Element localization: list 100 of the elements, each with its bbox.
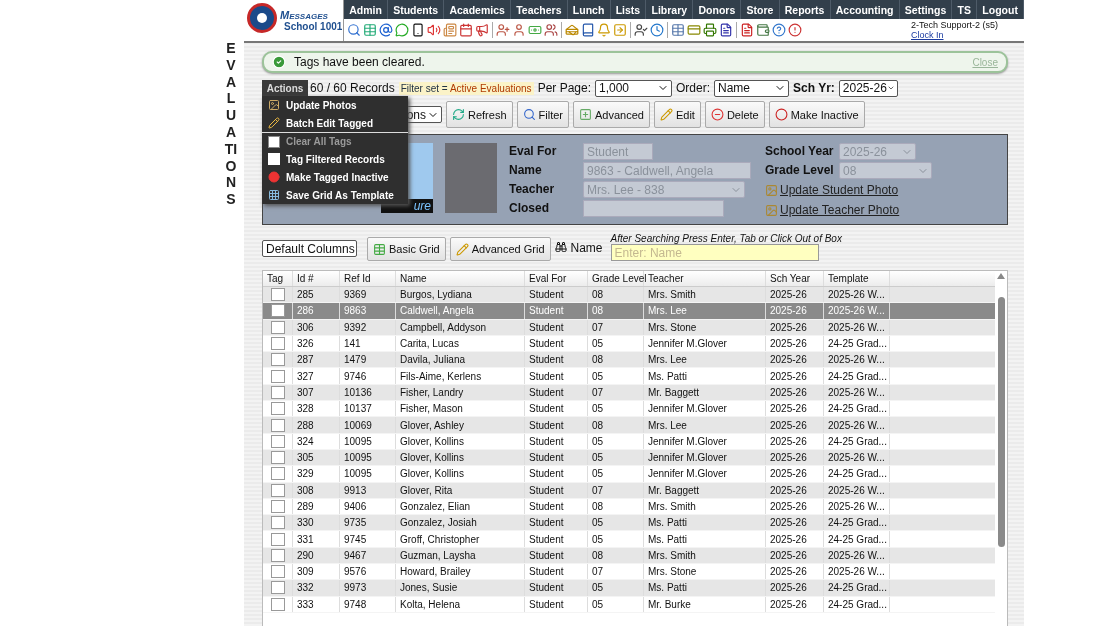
nav-item[interactable]: Students [388,0,445,19]
year-select[interactable]: 2025-26 [838,79,898,97]
credit-card-icon[interactable] [687,23,701,37]
tag-checkbox[interactable] [270,548,285,562]
tag-checkbox[interactable] [270,288,285,302]
table-row[interactable]: 285 9369 Burgos, Lydiana Student 08 Mrs. Smith 2025-26 2025-26 W... [263,287,995,304]
advanced-grid-button[interactable]: Advanced Grid [449,237,551,261]
banknote-icon[interactable] [528,23,542,37]
name-search-field[interactable]: Enter: Name [610,244,819,261]
toolbar-button[interactable]: Delete [704,101,765,128]
tag-checkbox[interactable] [270,385,285,399]
tag-checkbox[interactable] [270,532,285,546]
document-icon[interactable] [740,23,754,37]
calendar-icon[interactable] [459,23,473,37]
table-row[interactable]: 329 10095 Glover, Kollins Student 05 Jennifer M.Glover 2025-26 24-25 Grad... [263,466,995,483]
tag-checkbox[interactable] [270,597,285,611]
user-check-icon[interactable] [634,23,648,37]
toolbar-button[interactable]: Filter [516,101,569,128]
toolbar-button[interactable]: Edit [653,101,701,128]
tag-checkbox[interactable] [270,320,285,334]
document-icon[interactable] [719,23,733,37]
nav-item[interactable]: Logout [977,0,1024,19]
tag-checkbox[interactable] [270,467,285,481]
column-header[interactable]: Id # [293,271,340,286]
tag-checkbox[interactable] [270,483,285,497]
tag-checkbox[interactable] [270,434,285,448]
column-header[interactable]: Sch Year [766,271,824,286]
arrow-right-icon[interactable] [613,23,627,37]
table-row[interactable]: 330 9735 Gonzalez, Josiah Student 05 Ms. Patti 2025-26 24-25 Grad... [263,515,995,532]
table-row[interactable]: 332 9973 Jones, Susie Student 05 Ms. Patti 2025-26 24-25 Grad... [263,580,995,597]
clock-in-link[interactable]: Clock In [911,30,1021,40]
column-header[interactable]: Tag [263,271,293,286]
column-header[interactable]: Template [824,271,890,286]
tag-checkbox[interactable] [270,581,285,595]
column-header[interactable]: Teacher [644,271,766,286]
tag-checkbox[interactable] [270,337,285,351]
megaphone-icon[interactable] [475,23,489,37]
scroll-up-icon[interactable] [997,273,1005,279]
nav-item[interactable]: Donors [693,0,742,19]
scrollbar-thumb[interactable] [997,297,1005,547]
table-row[interactable]: 328 10137 Fisher, Mason Student 05 Jennifer M.Glover 2025-26 24-25 Grad... [263,401,995,418]
tag-checkbox[interactable] [270,304,285,318]
tag-checkbox[interactable] [270,402,285,416]
basic-grid-button[interactable]: Basic Grid [367,237,446,261]
table-row[interactable]: 287 1479 Davila, Juliana Student 08 Mrs. Lee 2025-26 2025-26 W... [263,352,995,369]
column-header[interactable]: Name [396,271,525,286]
alert-icon[interactable] [788,23,802,37]
user-plus-icon[interactable] [496,23,510,37]
nav-item[interactable]: Lists [610,0,647,19]
column-header[interactable]: Eval For [525,271,588,286]
table-row[interactable]: 309 9576 Howard, Brailey Student 07 Mrs. Stone 2025-26 2025-26 W... [263,564,995,581]
search-icon[interactable] [347,23,361,37]
logo[interactable]: Messages School 1001 [244,0,344,41]
at-sign-icon[interactable] [379,23,393,37]
nav-item[interactable]: TS [952,0,978,19]
nav-item[interactable]: Admin [344,0,388,19]
toolbar-button[interactable]: Refresh [446,101,513,128]
menu-item[interactable]: Make Tagged Inactive [262,168,408,186]
table-row[interactable]: 288 10069 Glover, Ashley Student 08 Mrs. Lee 2025-26 2025-26 W... [263,417,995,434]
menu-title[interactable]: Actions [262,80,308,96]
nav-item[interactable]: Reports [779,0,831,19]
book-icon[interactable] [581,23,595,37]
nav-item[interactable]: Library [646,0,694,19]
tag-checkbox[interactable] [270,565,285,579]
nav-item[interactable]: Accounting [830,0,900,19]
sandwich-icon[interactable] [565,23,579,37]
tag-checkbox[interactable] [270,418,285,432]
tag-checkbox[interactable] [270,516,285,530]
column-header[interactable]: Grade Level [588,271,644,286]
phone-icon[interactable] [411,23,425,37]
help-icon[interactable] [772,23,786,37]
closed-field[interactable] [583,200,724,217]
tag-checkbox[interactable] [270,353,285,367]
nav-item[interactable]: Store [741,0,780,19]
tag-checkbox[interactable] [270,451,285,465]
nav-item[interactable]: Academics [444,0,512,19]
nav-item[interactable]: Settings [899,0,953,19]
menu-item[interactable]: Tag Filtered Records [262,150,408,168]
table-icon[interactable] [671,23,685,37]
table-row[interactable]: 331 9745 Groff, Christopher Student 05 Ms. Patti 2025-26 24-25 Grad... [263,531,995,548]
nav-item[interactable]: Lunch [567,0,611,19]
wallet-icon[interactable] [756,23,770,37]
speaker-icon[interactable] [427,23,441,37]
per-page-select[interactable]: 1,000 [595,79,672,97]
nav-item[interactable]: Teachers [511,0,568,19]
toolbar-button[interactable]: Make Inactive [768,101,865,128]
users-icon[interactable] [544,23,558,37]
newspaper-icon[interactable] [443,23,457,37]
order-select[interactable]: Name [714,79,789,97]
columns-select[interactable]: Default Columns [262,240,357,257]
clock-icon[interactable] [650,23,664,37]
toolbar-button[interactable]: Advanced [573,101,650,128]
update-teacher-photo-link[interactable]: Update Teacher Photo [765,203,932,217]
tag-checkbox[interactable] [270,500,285,513]
column-header[interactable]: Ref Id [340,271,396,286]
table-icon[interactable] [363,23,377,37]
user-icon[interactable] [512,23,526,37]
table-row[interactable]: 327 9746 Fils-Aime, Kerlens Student 05 Ms. Patti 2025-26 24-25 Grad... [263,368,995,385]
printer-icon[interactable] [703,23,717,37]
update-student-photo-link[interactable]: Update Student Photo [765,183,932,197]
